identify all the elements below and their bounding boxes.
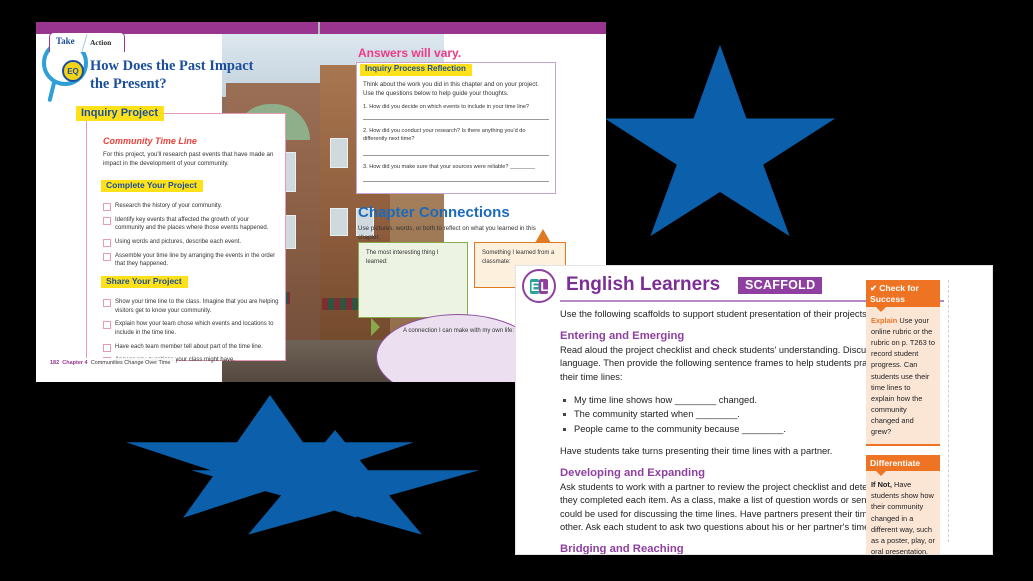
reflection-question: 1. How did you decide on which events to… — [363, 104, 530, 110]
reflection-question: 2. How did you conduct your research? Is… — [363, 128, 526, 143]
scaffold-tag: SCAFFOLD — [738, 277, 823, 294]
chapter-connections-heading: Chapter Connections — [358, 204, 510, 221]
column-divider — [948, 280, 949, 542]
essential-question-badge: EQ — [62, 60, 84, 82]
explain-lead: Explain — [871, 316, 898, 325]
tab-label-take: Take — [56, 36, 75, 46]
page-header-bar-right — [320, 22, 606, 34]
folio-page-number: 182 — [50, 359, 60, 366]
take-action-tab[interactable]: Take Action — [49, 32, 125, 52]
check-for-success-heading: ✔ Check for Success — [866, 280, 940, 312]
check-for-success-sidebar: ✔ Check for Success Explain Use your onli… — [866, 280, 940, 554]
checklist-item[interactable]: Explain how your team chose which events… — [103, 320, 279, 337]
bubble-text: Something I learned from a classmate: — [482, 250, 555, 265]
chapter-connections-intro: Use pictures, words, or both to reflect … — [358, 225, 536, 242]
checklist-item[interactable]: Identify key events that affected the gr… — [103, 216, 279, 233]
inquiry-project-card: Community Time Line For this project, yo… — [86, 113, 286, 366]
english-learners-badge-icon: EL — [522, 269, 556, 303]
folio-chapter-title: Communities Change Over Time — [90, 359, 171, 366]
tab-label-action: Action — [90, 38, 112, 47]
tab-divider-icon — [81, 34, 88, 52]
reflection-intro: Think about the work you did in this cha… — [363, 81, 539, 97]
project-name: Community Time Line — [103, 136, 197, 146]
check-for-success-label: Check for Success — [870, 283, 919, 304]
badge-letter-l: L — [539, 278, 549, 294]
inquiry-process-reflection-card: Think about the work you did in this cha… — [356, 62, 556, 194]
screenshot-root: Take Action EQ How Does the Past Impact … — [0, 0, 1033, 581]
answers-will-vary-note: Answers will vary. — [358, 46, 462, 60]
checklist-item[interactable]: Show your time line to the class. Imagin… — [103, 298, 279, 315]
checklist-item[interactable]: Assemble your time line by arranging the… — [103, 252, 279, 269]
page-title: How Does the Past Impact the Present? — [90, 58, 254, 92]
bubble-tail-icon — [371, 318, 380, 336]
project-intro: For this project, you'll research past e… — [103, 151, 274, 167]
inquiry-project-label: Inquiry Project — [76, 106, 165, 122]
checklist-item[interactable]: Using words and pictures, describe each … — [103, 238, 279, 247]
inquiry-process-reflection-label: Inquiry Process Reflection — [360, 64, 472, 76]
bubble-tail-icon — [535, 229, 551, 243]
differentiate-label: Differentiate — [870, 458, 921, 469]
folio-chapter: Chapter 4 — [62, 359, 88, 366]
badge-letter-e: E — [529, 278, 540, 294]
reflection-bubble-green[interactable]: The most interesting thing I learned: — [358, 242, 468, 336]
bubble-text: A connection I can make with my own life… — [403, 328, 515, 334]
english-learners-panel: EL English Learners SCAFFOLD Use the fol… — [516, 266, 992, 554]
if-not-body: Have students show how their community c… — [871, 480, 935, 554]
share-your-project-label: Share Your Project — [101, 276, 188, 289]
answer-line[interactable] — [363, 119, 549, 120]
explain-box: Explain Use your online rubric or the ru… — [866, 307, 940, 447]
explain-body: Use your online rubric or the rubric on … — [871, 316, 935, 437]
reflection-question: 3. How did you make sure that your sourc… — [363, 164, 535, 170]
complete-checklist: Research the history of your community. … — [103, 202, 279, 274]
checkmark-icon: ✔ — [870, 283, 878, 293]
if-not-box: If Not, Have students show how their com… — [866, 471, 940, 554]
magnifying-glass-handle-icon — [47, 79, 57, 103]
complete-your-project-label: Complete Your Project — [101, 180, 203, 193]
checklist-item[interactable]: Have each team member tell about part of… — [103, 343, 279, 352]
page-folio: 182 Chapter 4 Communities Change Over Ti… — [44, 358, 177, 367]
decorative-star-icon — [604, 45, 836, 237]
if-not-lead: If Not, — [871, 480, 892, 490]
answer-line[interactable] — [363, 181, 549, 182]
bubble-text: The most interesting thing I learned: — [366, 250, 439, 265]
differentiate-heading: Differentiate — [866, 455, 940, 477]
checklist-item[interactable]: Research the history of your community. — [103, 202, 279, 211]
english-learners-title: English Learners — [566, 274, 721, 295]
answer-line[interactable] — [363, 155, 549, 156]
